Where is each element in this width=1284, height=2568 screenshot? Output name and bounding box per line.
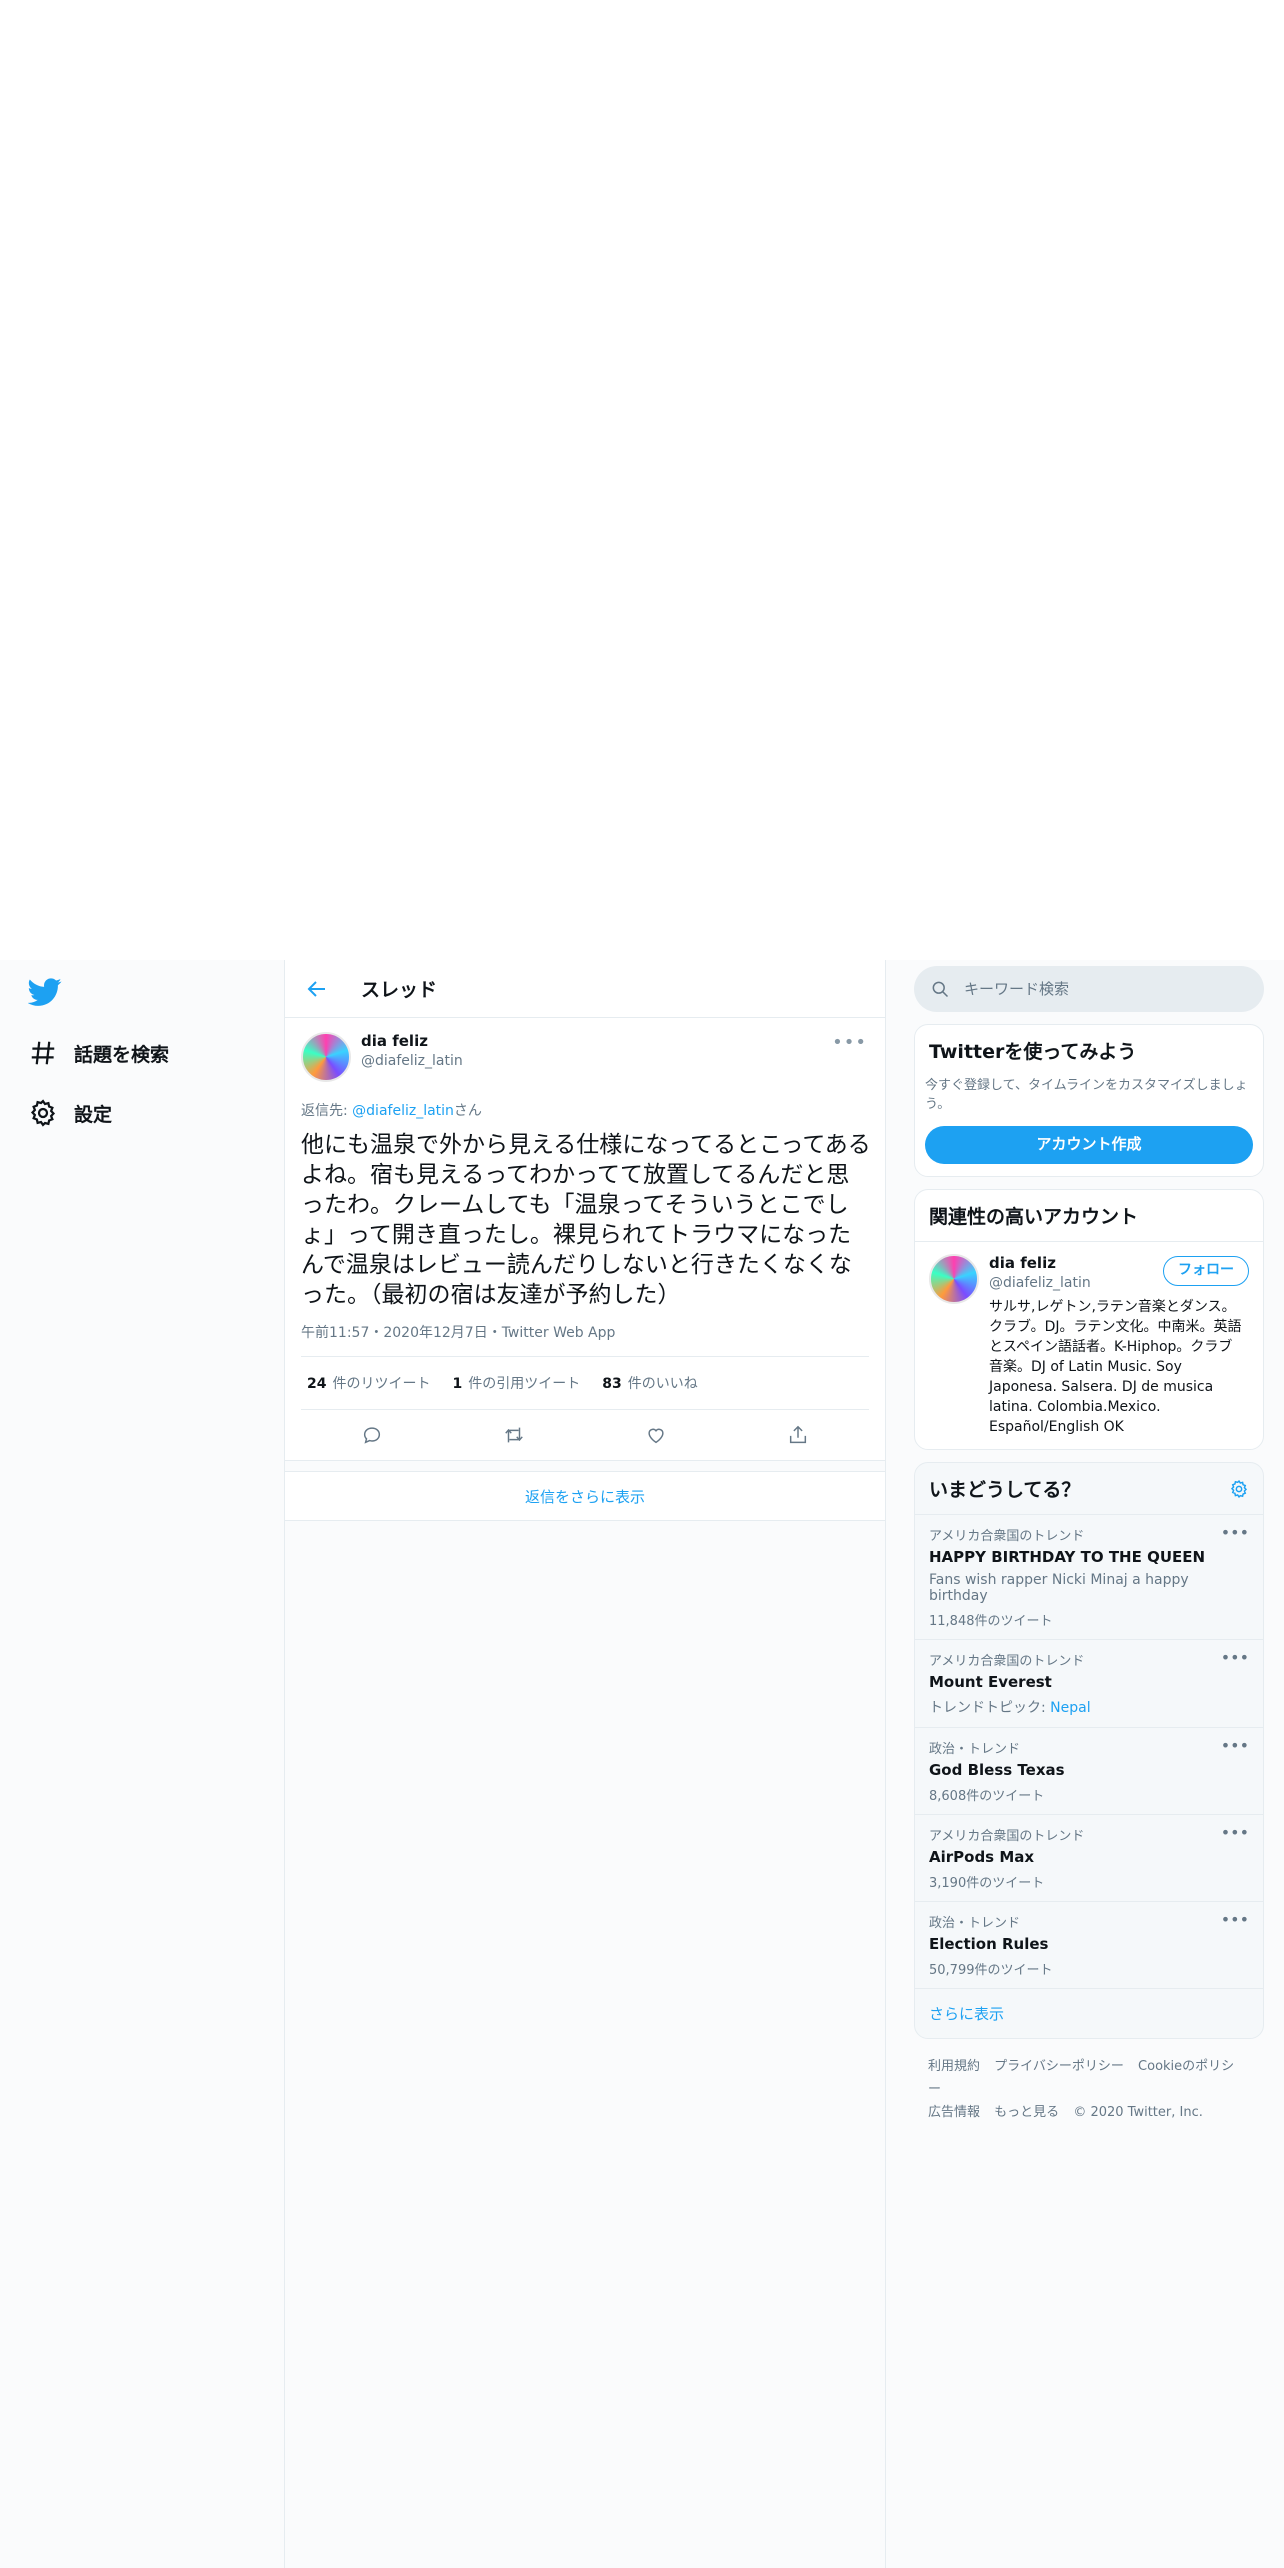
back-arrow-icon[interactable] xyxy=(305,977,329,1001)
avatar[interactable] xyxy=(929,1254,979,1304)
related-accounts-card: 関連性の高いアカウント dia feliz @diafeliz_latin サル… xyxy=(914,1189,1264,1450)
trend-item[interactable]: アメリカ合衆国のトレンド HAPPY BIRTHDAY TO THE QUEEN… xyxy=(915,1515,1263,1640)
nav-explore[interactable]: 話題を検索 xyxy=(28,1033,268,1073)
like-count-value: 83 xyxy=(602,1376,622,1392)
tweet-actions xyxy=(301,1410,869,1460)
gear-icon[interactable] xyxy=(1229,1479,1249,1499)
trends-card: いまどうしてる？ アメリカ合衆国のトレンド HAPPY BIRTHDAY TO … xyxy=(914,1462,1264,2039)
more-options-icon[interactable]: ••• xyxy=(1221,1648,1249,1667)
retweet-count-value: 24 xyxy=(307,1376,327,1392)
avatar[interactable] xyxy=(301,1032,351,1082)
show-more-replies-button[interactable]: 返信をさらに表示 xyxy=(285,1471,885,1521)
reply-to-line: 返信先: @diafeliz_latinさん xyxy=(301,1100,869,1120)
footer-copyright: © 2020 Twitter, Inc. xyxy=(1073,2105,1203,2120)
thread-header: スレッド xyxy=(285,960,885,1018)
trend-description: トレンドトピック: Nepal xyxy=(929,1697,1249,1717)
twitter-logo-icon[interactable] xyxy=(27,975,62,1009)
trend-name: Election Rules xyxy=(929,1935,1049,1953)
thread-column: スレッド dia feliz @diafeliz_latin ••• 返信先: … xyxy=(284,960,886,2568)
trend-count: 3,190件のツイート xyxy=(929,1876,1045,1891)
author-names: dia feliz @diafeliz_latin xyxy=(361,1032,463,1069)
more-options-icon[interactable]: ••• xyxy=(1221,1736,1249,1755)
trend-topic-link[interactable]: Nepal xyxy=(1050,1700,1090,1716)
trends-header: いまどうしてる？ xyxy=(915,1463,1263,1515)
nav-explore-label: 話題を検索 xyxy=(74,1043,170,1066)
trend-name: Mount Everest xyxy=(929,1673,1052,1691)
footer-more-link[interactable]: もっと見る xyxy=(994,2105,1059,2120)
tweet-meta[interactable]: 午前11:57・2020年12月7日・Twitter Web App xyxy=(301,1322,869,1357)
quote-count-label: 件の引用ツイート xyxy=(468,1376,581,1392)
join-title: Twitterを使ってみよう xyxy=(929,1041,1137,1063)
author-handle[interactable]: @diafeliz_latin xyxy=(361,1053,463,1069)
left-nav: 話題を検索 設定 xyxy=(27,975,268,1153)
right-sidebar: Twitterを使ってみよう 今すぐ登録して、タイムラインをカスタマイズしましょ… xyxy=(914,966,1264,2140)
trend-category: アメリカ合衆国のトレンド xyxy=(929,1529,1085,1544)
follow-button[interactable]: フォロー xyxy=(1163,1256,1249,1286)
trend-count: 8,608件のツイート xyxy=(929,1789,1045,1804)
search-box[interactable] xyxy=(914,966,1264,1012)
trend-name: AirPods Max xyxy=(929,1848,1035,1866)
trend-description: Fans wish rapper Nicki Minaj a happy bir… xyxy=(929,1572,1189,1604)
trend-count: 50,799件のツイート xyxy=(929,1963,1053,1978)
like-count-label: 件のいいね xyxy=(627,1376,698,1392)
footer-privacy-link[interactable]: プライバシーポリシー xyxy=(994,2059,1124,2074)
tweet-text: 他にも温泉で外から見える仕様になってるとこってあるよね。宿も見えるってわかってて… xyxy=(301,1132,871,1308)
nav-settings[interactable]: 設定 xyxy=(28,1093,268,1133)
retweet-count[interactable]: 24 件のリツイート xyxy=(307,1373,430,1393)
more-options-icon[interactable]: ••• xyxy=(1221,1823,1249,1842)
more-options-icon[interactable]: ••• xyxy=(1221,1910,1249,1929)
trend-name: God Bless Texas xyxy=(929,1761,1065,1779)
trend-category: 政治・トレンド xyxy=(929,1742,1021,1757)
create-account-button[interactable]: アカウント作成 xyxy=(925,1126,1253,1164)
trend-item[interactable]: 政治・トレンド Election Rules 50,799件のツイート ••• xyxy=(915,1902,1263,1989)
reply-icon[interactable] xyxy=(361,1424,383,1446)
like-icon[interactable] xyxy=(645,1424,667,1446)
reply-suffix: さん xyxy=(453,1103,482,1119)
show-more-trends-link[interactable]: さらに表示 xyxy=(915,1989,1263,2038)
search-icon xyxy=(932,981,949,998)
retweet-count-label: 件のリツイート xyxy=(332,1376,431,1392)
gear-icon xyxy=(30,1099,56,1127)
trend-category: 政治・トレンド xyxy=(929,1916,1021,1931)
more-options-icon[interactable]: ••• xyxy=(832,1032,867,1053)
footer-ads-link[interactable]: 広告情報 xyxy=(928,2105,980,2120)
related-account[interactable]: dia feliz @diafeliz_latin サルサ,レゲトン,ラテン音楽… xyxy=(915,1241,1263,1449)
trend-name: HAPPY BIRTHDAY TO THE QUEEN xyxy=(929,1548,1206,1566)
trend-item[interactable]: 政治・トレンド God Bless Texas 8,608件のツイート ••• xyxy=(915,1728,1263,1815)
page: 話題を検索 設定 スレッド dia feliz @diafeliz_latin … xyxy=(0,0,1284,2568)
footer: 利用規約 プライバシーポリシー Cookieのポリシー 広告情報 もっと見る ©… xyxy=(914,2039,1264,2140)
trends-title: いまどうしてる？ xyxy=(929,1479,1081,1501)
reply-prefix: 返信先: xyxy=(301,1103,353,1119)
share-icon[interactable] xyxy=(787,1424,809,1446)
trend-topic-prefix: トレンドトピック: xyxy=(929,1700,1051,1716)
hashtag-icon xyxy=(31,1041,55,1065)
trend-item[interactable]: アメリカ合衆国のトレンド Mount Everest トレンドトピック: Nep… xyxy=(915,1640,1263,1728)
search-input[interactable] xyxy=(964,980,1234,998)
join-description: 今すぐ登録して、タイムラインをカスタマイズしましょう。 xyxy=(925,1078,1248,1112)
related-bio: サルサ,レゲトン,ラテン音楽とダンス。クラブ。DJ。ラテン文化。中南米。英語とス… xyxy=(989,1299,1242,1435)
retweet-icon[interactable] xyxy=(503,1424,525,1446)
page-title: スレッド xyxy=(361,979,438,1001)
reply-to-link[interactable]: @diafeliz_latin xyxy=(352,1103,454,1119)
trend-item[interactable]: アメリカ合衆国のトレンド AirPods Max 3,190件のツイート ••• xyxy=(915,1815,1263,1902)
quote-count[interactable]: 1 件の引用ツイート xyxy=(452,1373,580,1393)
quote-count-value: 1 xyxy=(452,1376,463,1392)
tweet-stats: 24 件のリツイート 1 件の引用ツイート 83 件のいいね xyxy=(301,1357,869,1410)
related-title: 関連性の高いアカウント xyxy=(929,1206,1139,1228)
more-options-icon[interactable]: ••• xyxy=(1221,1523,1249,1542)
nav-settings-label: 設定 xyxy=(74,1103,113,1126)
focused-tweet: dia feliz @diafeliz_latin ••• 返信先: @diaf… xyxy=(285,1018,885,1461)
like-count[interactable]: 83 件のいいね xyxy=(602,1373,697,1393)
trend-category: アメリカ合衆国のトレンド xyxy=(929,1654,1085,1669)
author-name[interactable]: dia feliz xyxy=(361,1032,463,1050)
join-card: Twitterを使ってみよう 今すぐ登録して、タイムラインをカスタマイズしましょ… xyxy=(914,1024,1264,1177)
tweet-author-row: dia feliz @diafeliz_latin ••• xyxy=(301,1032,869,1082)
trend-count: 11,848件のツイート xyxy=(929,1614,1053,1629)
footer-terms-link[interactable]: 利用規約 xyxy=(928,2059,980,2074)
trend-category: アメリカ合衆国のトレンド xyxy=(929,1829,1085,1844)
